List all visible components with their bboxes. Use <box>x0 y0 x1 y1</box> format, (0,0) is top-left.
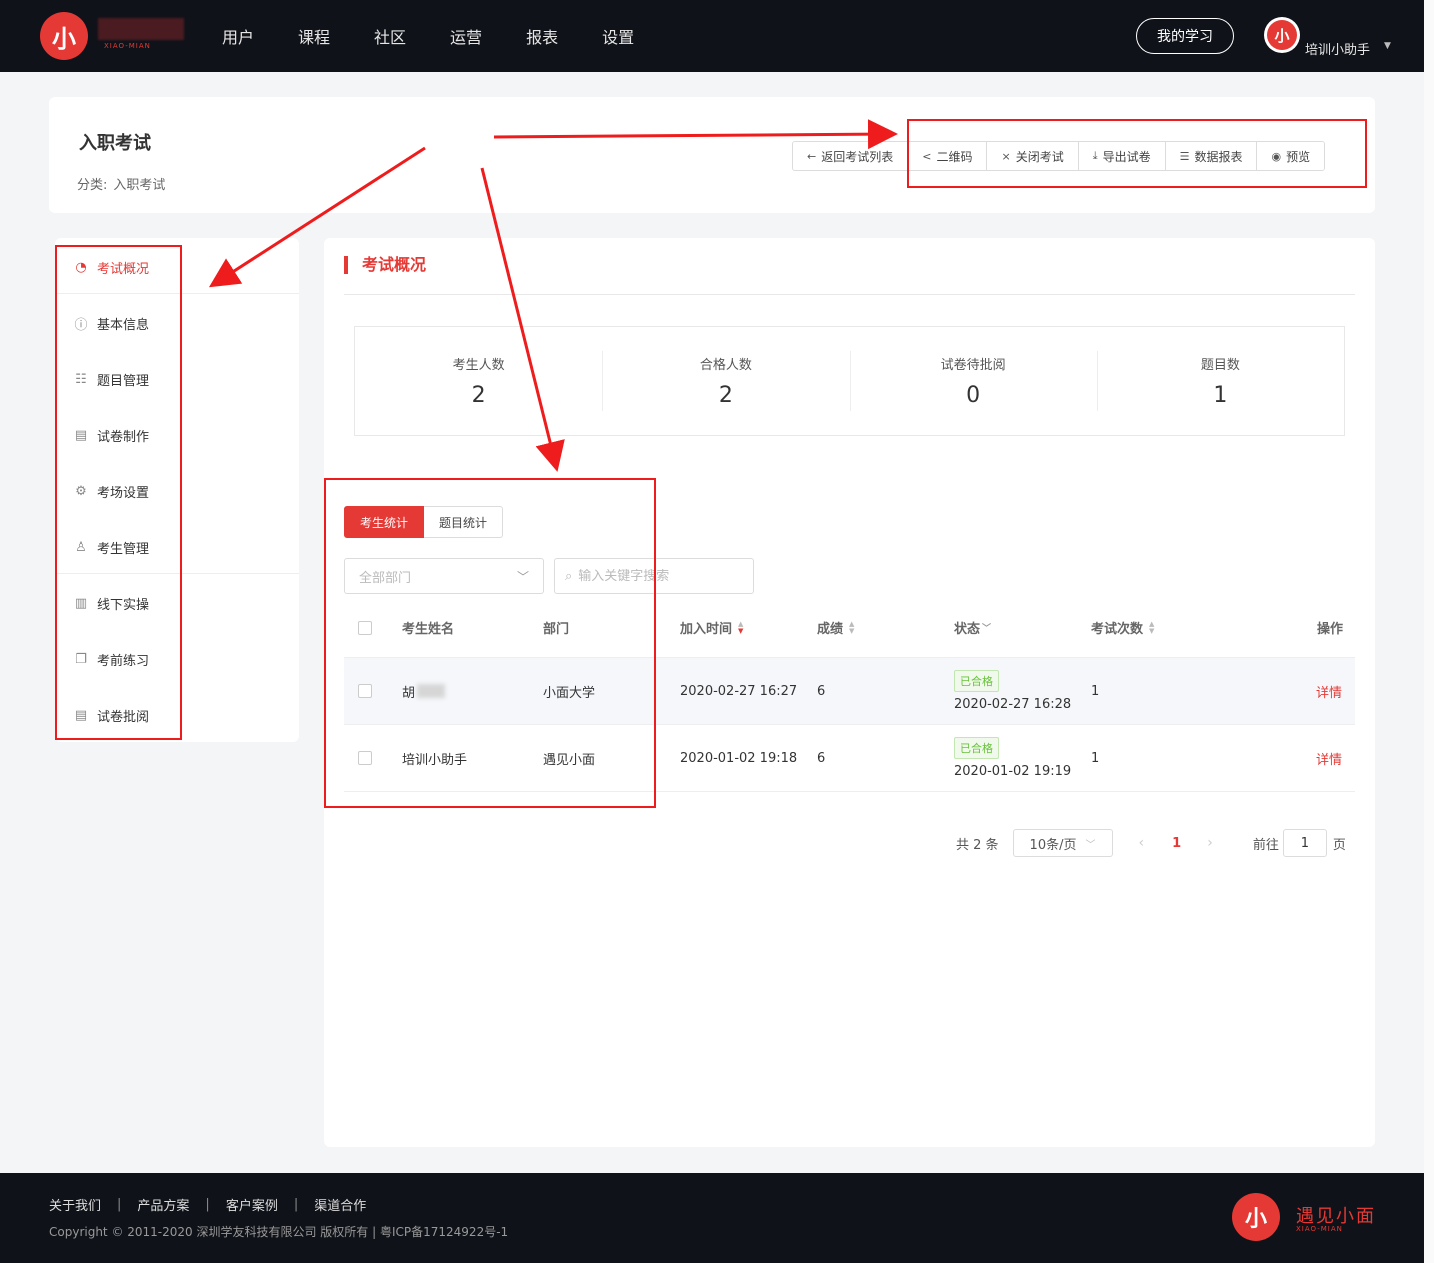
pagination-total: 共 2 条 <box>956 837 999 853</box>
main-nav: 用户 课程 社区 运营 报表 设置 <box>222 24 634 48</box>
nav-item-community[interactable]: 社区 <box>374 24 406 48</box>
logo-wordmark-redacted <box>98 18 184 40</box>
footer-separator: | <box>205 1197 210 1212</box>
col-header-score[interactable]: 成绩 ▲ ▼ <box>817 598 854 657</box>
footer: 关于我们 | 产品方案 | 客户案例 | 渠道合作 Copyright © 2011-… <box>0 1173 1424 1263</box>
examinee-join-time: 2020-02-27 16:27 <box>680 683 798 699</box>
exam-category: 分类: 入职考试 <box>77 174 165 193</box>
annotation-box-table <box>324 478 656 808</box>
stats-summary: 考生人数 2 合格人数 2 试卷待批阅 0 题目数 1 <box>354 326 1345 436</box>
stat-label: 试卷待批阅 <box>940 358 1006 373</box>
stat-pending-review: 试卷待批阅 0 <box>849 327 1097 435</box>
goto-page-input[interactable] <box>1282 829 1327 857</box>
footer-copyright: Copyright © 2011-2020 深圳学友科技有限公司 版权所有 | … <box>49 1225 509 1239</box>
page: 小 XIAO-MIAN 用户 课程 社区 运营 报表 设置 我的学习 小 培训小… <box>0 0 1424 1263</box>
stat-label: 考生人数 <box>452 358 505 373</box>
caret-down-icon[interactable]: ▼ <box>1384 41 1391 51</box>
avatar[interactable]: 小 <box>1264 17 1300 53</box>
footer-separator: | <box>117 1197 122 1212</box>
pagination: 共 2 条 10条/页 ﹀ ‹ 1 › 前往 页 <box>956 829 1346 857</box>
stat-value: 0 <box>966 383 981 408</box>
page-title: 入职考试 <box>79 133 151 154</box>
nav-item-users[interactable]: 用户 <box>222 24 254 48</box>
page-number-current[interactable]: 1 <box>1172 836 1181 851</box>
nav-item-settings[interactable]: 设置 <box>602 24 634 48</box>
avatar-logo: 小 <box>1267 20 1297 50</box>
back-to-list-button[interactable]: ← 返回考试列表 <box>793 142 908 170</box>
detail-link[interactable]: 详情 <box>1316 658 1342 724</box>
sort-icon[interactable]: ▲ ▼ <box>738 620 743 635</box>
annotation-box-sidebar <box>55 245 182 740</box>
footer-logo-icon: 小 <box>1232 1193 1280 1241</box>
status-time: 2020-01-02 19:19 <box>954 764 1072 779</box>
examinee-status: 已合格 2020-01-02 19:19 <box>954 725 1071 791</box>
category-label: 分类: <box>77 178 108 193</box>
stat-value: 2 <box>718 383 733 408</box>
my-study-button[interactable]: 我的学习 <box>1136 18 1234 54</box>
status-time: 2020-02-27 16:28 <box>954 697 1072 712</box>
logo-icon[interactable]: 小 <box>40 12 88 60</box>
status-badge: 已合格 <box>954 737 999 759</box>
col-header-label: 加入时间 <box>680 622 733 637</box>
col-header-label: 成绩 <box>817 622 844 637</box>
examinee-score: 6 <box>817 750 826 766</box>
col-header-join-time[interactable]: 加入时间 ▲ ▼ <box>680 598 743 657</box>
section-title: 考试概况 <box>344 256 426 274</box>
page-size-select[interactable]: 10条/页 ﹀ <box>1012 829 1113 857</box>
page-size-value: 10条/页 <box>1029 837 1077 853</box>
stat-passed: 合格人数 2 <box>602 327 849 435</box>
footer-link-partners[interactable]: 渠道合作 <box>314 1195 366 1214</box>
col-header-attempts[interactable]: 考试次数 ▲ ▼ <box>1091 598 1154 657</box>
stat-label: 合格人数 <box>699 358 752 373</box>
footer-link-products[interactable]: 产品方案 <box>137 1195 189 1214</box>
logo-subtitle: XIAO-MIAN <box>104 42 151 50</box>
stat-value: 1 <box>1213 383 1228 408</box>
category-value: 入职考试 <box>113 178 166 193</box>
section-divider <box>344 294 1355 295</box>
goto-unit: 页 <box>1332 837 1346 853</box>
examinee-status: 已合格 2020-02-27 16:28 <box>954 658 1071 724</box>
arrow-left-icon: ← <box>807 149 817 163</box>
nav-item-operations[interactable]: 运营 <box>450 24 482 48</box>
footer-brand-subtitle: XIAO-MIAN <box>1296 1225 1343 1233</box>
footer-link-cases[interactable]: 客户案例 <box>226 1195 278 1214</box>
col-header-status[interactable]: 状态 ﹀ <box>954 598 991 657</box>
examinee-attempts: 1 <box>1091 750 1100 766</box>
col-header-actions: 操作 <box>1317 622 1344 637</box>
stat-value: 2 <box>471 383 486 408</box>
detail-link[interactable]: 详情 <box>1316 725 1342 791</box>
col-header-label: 状态 <box>954 622 981 637</box>
footer-link-about[interactable]: 关于我们 <box>49 1195 101 1214</box>
filter-chevron-icon[interactable]: ﹀ <box>982 621 991 634</box>
goto-label: 前往 <box>1252 837 1279 853</box>
footer-links: 关于我们 | 产品方案 | 客户案例 | 渠道合作 <box>49 1195 366 1214</box>
chevron-down-icon: ﹀ <box>1085 839 1096 851</box>
stat-examinees: 考生人数 2 <box>355 327 602 435</box>
examinee-score: 6 <box>817 683 826 699</box>
footer-separator: | <box>293 1197 299 1212</box>
user-name[interactable]: 培训小助手 <box>1305 39 1370 58</box>
examinee-join-time: 2020-01-02 19:18 <box>680 750 798 766</box>
next-page-icon[interactable]: › <box>1207 835 1213 851</box>
sort-icon[interactable]: ▲ ▼ <box>1149 620 1154 635</box>
examinee-attempts: 1 <box>1091 683 1100 699</box>
status-badge: 已合格 <box>954 670 999 692</box>
scrollbar[interactable] <box>1424 0 1434 1263</box>
back-to-list-label: 返回考试列表 <box>821 149 894 164</box>
sort-icon[interactable]: ▲ ▼ <box>849 620 854 635</box>
annotation-box-actions <box>907 119 1367 188</box>
nav-item-courses[interactable]: 课程 <box>298 24 330 48</box>
col-header-label: 考试次数 <box>1091 622 1144 637</box>
stat-questions: 题目数 1 <box>1096 327 1344 435</box>
top-nav-bar: 小 XIAO-MIAN 用户 课程 社区 运营 报表 设置 我的学习 小 培训小… <box>0 0 1424 72</box>
stat-label: 题目数 <box>1200 358 1240 373</box>
prev-page-icon[interactable]: ‹ <box>1139 835 1145 851</box>
nav-item-reports[interactable]: 报表 <box>526 24 558 48</box>
